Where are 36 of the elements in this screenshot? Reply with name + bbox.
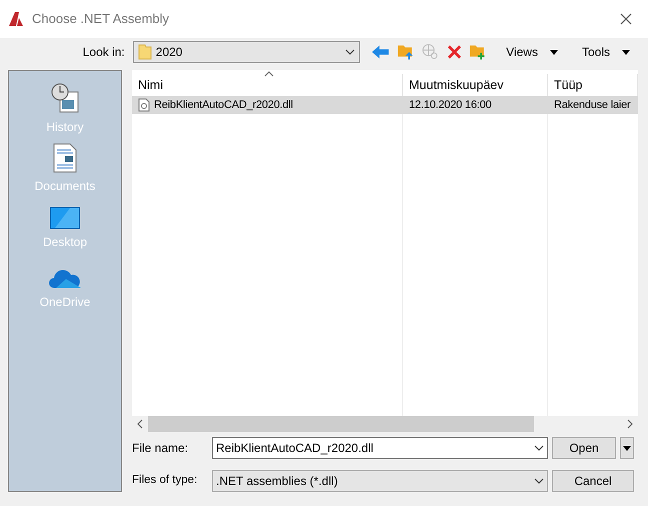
back-arrow-icon[interactable] (372, 45, 390, 59)
open-options-button[interactable] (620, 437, 634, 459)
chevron-down-icon (345, 49, 356, 55)
document-icon (53, 143, 77, 173)
close-icon[interactable] (620, 13, 632, 25)
cloud-icon (48, 267, 82, 289)
chevron-down-icon (534, 478, 544, 484)
chevron-down-icon (534, 445, 544, 451)
file-row[interactable]: ReibKlientAutoCAD_r2020.dll 12.10.2020 16:00 Rakenduse laier (132, 96, 638, 114)
app-logo-icon (8, 11, 24, 27)
look-in-label: Look in: (82, 44, 125, 61)
look-in-dropdown[interactable]: 2020 (132, 41, 360, 63)
folder-icon (138, 44, 152, 60)
tools-menu-button[interactable]: Tools (578, 43, 634, 61)
caret-icon (550, 50, 558, 54)
clock-document-icon (50, 82, 80, 114)
file-name-label: File name: (132, 440, 190, 457)
window-title: Choose .NET Assembly (32, 10, 170, 28)
monitor-icon (50, 207, 80, 229)
file-type-dropdown[interactable]: .NET assemblies (*.dll) (212, 470, 548, 492)
file-type-label: Files of type: (132, 473, 198, 488)
table-cell-text: Rakenduse laier (554, 98, 630, 113)
views-menu-button[interactable]: Views (502, 43, 562, 61)
open-button[interactable]: Open (552, 437, 616, 459)
look-in-value: 2020 (156, 44, 184, 61)
caret-icon (622, 50, 630, 54)
scrollbar-thumb[interactable] (148, 416, 534, 432)
table-cell-text: ReibKlientAutoCAD_r2020.dll (154, 98, 293, 113)
cancel-button[interactable]: Cancel (552, 470, 634, 492)
caret-icon (623, 446, 631, 450)
new-folder-icon[interactable] (469, 43, 486, 61)
delete-icon[interactable] (446, 44, 462, 60)
dll-file-icon (138, 98, 150, 112)
table-cell-text: 12.10.2020 16:00 (409, 98, 492, 113)
folder-up-icon[interactable] (397, 43, 414, 61)
file-name-field[interactable]: ReibKlientAutoCAD_r2020.dll (212, 437, 548, 459)
